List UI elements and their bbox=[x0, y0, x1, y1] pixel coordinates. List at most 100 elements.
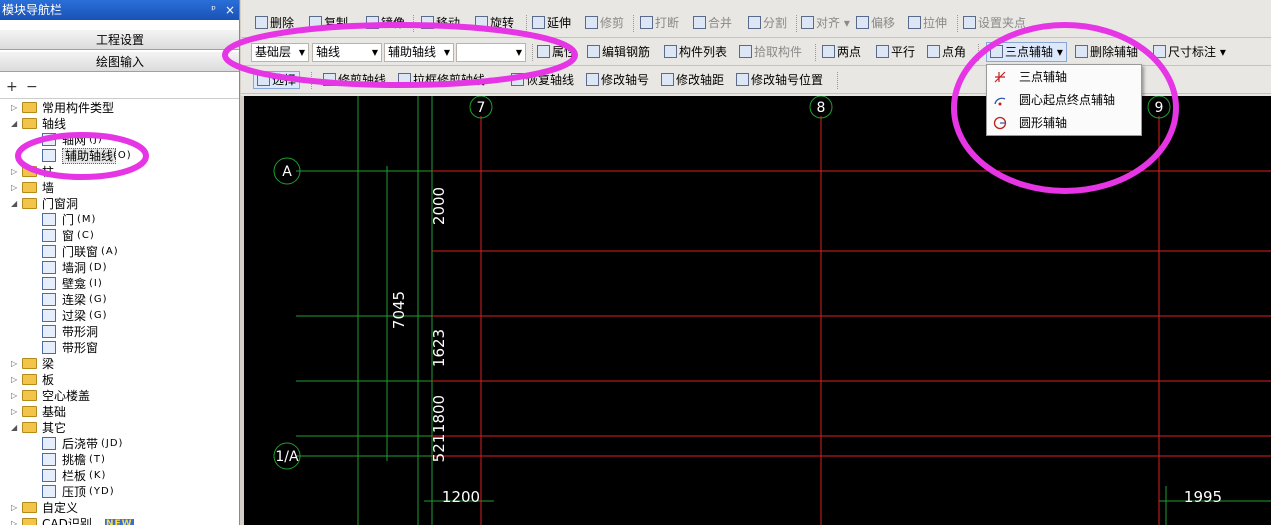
mirror-icon bbox=[366, 16, 379, 29]
toolbar-separator bbox=[532, 44, 533, 61]
delete-aux-button[interactable]: 删除辅轴 bbox=[1075, 44, 1138, 60]
folder-icon bbox=[22, 374, 37, 385]
collapse-arrow-icon[interactable]: ◢ bbox=[11, 196, 21, 212]
point-angle-icon bbox=[927, 45, 940, 58]
toolbar1-item-trim[interactable]: 修剪 bbox=[585, 15, 624, 31]
toolbar1-item-copy[interactable]: 复制 bbox=[309, 15, 348, 31]
tab-drawing-input[interactable]: 绘图输入 bbox=[0, 52, 239, 72]
axis-grid-drawing: 7 8 9 A 1/A 2000 7045 1623 1800 521 1200… bbox=[273, 96, 1271, 525]
toolbar1-item-stretch[interactable]: 拉伸 bbox=[908, 15, 947, 31]
tree-item[interactable]: 栏板 (K) bbox=[0, 468, 239, 484]
close-icon[interactable]: × bbox=[225, 0, 235, 20]
expand-arrow-icon[interactable]: ▷ bbox=[11, 388, 21, 404]
tree-item[interactable]: ▷ 基础 bbox=[0, 404, 239, 420]
tree-item[interactable]: 轴网 (J) bbox=[0, 132, 239, 148]
modify-axis-distance-button[interactable]: 修改轴距 bbox=[661, 72, 724, 88]
modify-axis-position-button[interactable]: 修改轴号位置 bbox=[736, 72, 823, 88]
expand-arrow-icon[interactable]: ▷ bbox=[11, 500, 21, 516]
parallel-button[interactable]: 平行 bbox=[876, 44, 915, 60]
tree-item[interactable]: ◢ 轴线 bbox=[0, 116, 239, 132]
tree-item[interactable]: 压顶 (YD) bbox=[0, 484, 239, 500]
toolbar1-item-break[interactable]: 打断 bbox=[640, 15, 679, 31]
expand-arrow-icon[interactable]: ▷ bbox=[11, 516, 21, 525]
folder-icon bbox=[22, 358, 37, 369]
tree-item[interactable]: 窗 (C) bbox=[0, 228, 239, 244]
drawing-canvas[interactable]: 7 8 9 A 1/A 2000 7045 1623 1800 521 1200… bbox=[244, 96, 1271, 525]
modify-axis-number-button[interactable]: 修改轴号 bbox=[586, 72, 649, 88]
trim-axis-button[interactable]: 修剪轴线 bbox=[323, 72, 386, 88]
component-icon bbox=[42, 341, 56, 354]
two-point-button[interactable]: 两点 bbox=[822, 44, 861, 60]
tree-item[interactable]: 门 (M) bbox=[0, 212, 239, 228]
toolbar1-item-align[interactable]: 对齐 ▾ bbox=[801, 15, 850, 31]
tree-item[interactable]: ▷ 常用构件类型 bbox=[0, 100, 239, 116]
tab-project-settings[interactable]: 工程设置 bbox=[0, 30, 239, 50]
tree-item[interactable]: ▷ 板 bbox=[0, 372, 239, 388]
tree-item-selected[interactable]: 辅助轴线 (O) bbox=[0, 148, 239, 164]
toolbar1-item-move[interactable]: 移动 bbox=[421, 15, 460, 31]
tree-item[interactable]: 挑檐 (T) bbox=[0, 452, 239, 468]
dimension-button[interactable]: 尺寸标注 ▾ bbox=[1153, 44, 1226, 60]
collapse-arrow-icon[interactable]: ◢ bbox=[11, 116, 21, 132]
toolbar1-item-split[interactable]: 分割 bbox=[748, 15, 787, 31]
floor-combo[interactable]: 基础层 ▼ bbox=[251, 43, 309, 62]
tree-item[interactable]: 带形窗 bbox=[0, 340, 239, 356]
box-trim-axis-button[interactable]: 拉框修剪轴线 ▾ bbox=[398, 72, 495, 88]
component-name-combo[interactable]: ▼ bbox=[456, 43, 526, 62]
toolbar1-item-mirror[interactable]: 镜像 bbox=[366, 15, 405, 31]
expand-arrow-icon[interactable]: ▷ bbox=[11, 404, 21, 420]
pick-component-button[interactable]: 拾取构件 bbox=[739, 44, 802, 60]
toolbar1-item-set-grip[interactable]: 设置夹点 bbox=[963, 15, 1026, 31]
tree-item[interactable]: 过梁 (G) bbox=[0, 308, 239, 324]
three-point-aux-button[interactable]: 三点辅轴 ▾ bbox=[986, 42, 1067, 62]
menu-item-three-point-aux[interactable]: 三点辅轴 bbox=[987, 66, 1141, 88]
shortcut-key: (G) bbox=[89, 310, 108, 321]
tree-item[interactable]: 连梁 (G) bbox=[0, 292, 239, 308]
component-icon bbox=[42, 437, 56, 450]
restore-axis-button[interactable]: 恢复轴线 bbox=[511, 72, 574, 88]
tree-item[interactable]: 墙洞 (D) bbox=[0, 260, 239, 276]
point-angle-button[interactable]: 点角 bbox=[927, 44, 966, 60]
expand-arrow-icon[interactable]: ▷ bbox=[11, 164, 21, 180]
expand-arrow-icon[interactable]: ▷ bbox=[11, 356, 21, 372]
edit-rebar-button[interactable]: 编辑钢筋 bbox=[587, 44, 650, 60]
shortcut-key: (YD) bbox=[89, 486, 115, 497]
axis-label-9: 9 bbox=[1155, 100, 1164, 116]
toolbar1-item-merge[interactable]: 合并 bbox=[693, 15, 732, 31]
tree-item[interactable]: 门联窗 (A) bbox=[0, 244, 239, 260]
expand-arrow-icon[interactable]: ▷ bbox=[11, 372, 21, 388]
toolbar1-item-extend[interactable]: 延伸 bbox=[532, 15, 571, 31]
collapse-all-icon[interactable]: − bbox=[26, 79, 38, 95]
select-button[interactable]: 选择 bbox=[253, 71, 301, 89]
category-combo[interactable]: 轴线 ▼ bbox=[312, 43, 382, 62]
tree-item[interactable]: ◢ 门窗洞 bbox=[0, 196, 239, 212]
tree-item[interactable]: 后浇带 (JD) bbox=[0, 436, 239, 452]
expand-all-icon[interactable]: + bbox=[6, 79, 18, 95]
chevron-down-icon: ▼ bbox=[371, 48, 378, 57]
tree-item[interactable]: 壁龛 (I) bbox=[0, 276, 239, 292]
collapse-arrow-icon[interactable]: ◢ bbox=[11, 420, 21, 436]
tree-item[interactable]: ▷ 墙 bbox=[0, 180, 239, 196]
expand-arrow-icon[interactable]: ▷ bbox=[11, 180, 21, 196]
expand-arrow-icon[interactable]: ▷ bbox=[11, 100, 21, 116]
menu-item-circle-aux[interactable]: 圆形辅轴 bbox=[987, 112, 1141, 134]
tree-item[interactable]: ▷ 空心楼盖 bbox=[0, 388, 239, 404]
properties-button[interactable]: 属性 bbox=[537, 44, 576, 60]
tree-item[interactable]: ▷ 自定义 bbox=[0, 500, 239, 516]
tree-item[interactable]: ▷ 梁 bbox=[0, 356, 239, 372]
toolbar1-item-delete[interactable]: 删除 bbox=[255, 15, 294, 31]
tree-item[interactable]: 带形洞 bbox=[0, 324, 239, 340]
toolbar1-item-rotate[interactable]: 旋转 bbox=[475, 15, 514, 31]
tree-item-label: 压顶 bbox=[62, 485, 87, 499]
folder-icon bbox=[22, 518, 37, 525]
pin-icon[interactable]: ᵖ bbox=[211, 0, 216, 20]
folder-icon bbox=[22, 182, 37, 193]
tree-item[interactable]: ◢ 其它 bbox=[0, 420, 239, 436]
toolbar1-item-offset[interactable]: 偏移 bbox=[856, 15, 895, 31]
tree-item[interactable]: ▷ CAD识别 NEW bbox=[0, 516, 239, 525]
toolbar-separator bbox=[978, 44, 979, 61]
tree-item[interactable]: ▷ 柱 bbox=[0, 164, 239, 180]
menu-item-center-start-end-aux[interactable]: 圆心起点终点辅轴 bbox=[987, 89, 1141, 111]
component-list-button[interactable]: 构件列表 bbox=[664, 44, 727, 60]
type-combo[interactable]: 辅助轴线 ▼ bbox=[384, 43, 454, 62]
